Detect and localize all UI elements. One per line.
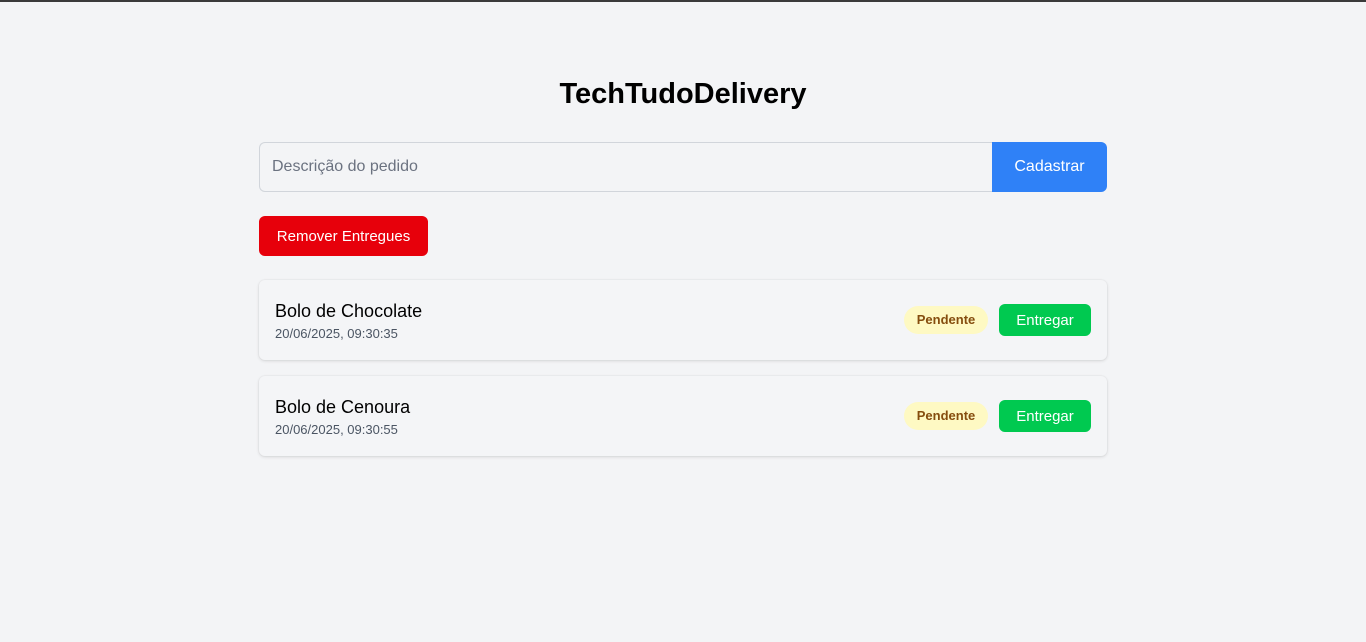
order-timestamp: 20/06/2025, 09:30:55 [275,422,398,437]
order-timestamp: 20/06/2025, 09:30:35 [275,326,398,341]
order-description: Bolo de Chocolate [275,301,423,321]
window-top-border [0,0,1366,2]
order-card: Bolo de Chocolate 20/06/2025, 09:30:35 P… [259,280,1107,360]
order-description: Bolo de Cenoura [275,397,411,417]
remove-delivered-button[interactable]: Remover Entregues [259,216,428,256]
order-card: Bolo de Cenoura 20/06/2025, 09:30:55 Pen… [259,376,1107,456]
page-title: TechTudoDelivery [559,78,807,110]
cadastrar-button[interactable]: Cadastrar [992,142,1107,192]
order-form: Cadastrar [259,142,1107,192]
order-description-input[interactable] [259,142,992,192]
deliver-button[interactable]: Entregar [999,304,1091,336]
status-badge: Pendente [904,306,988,334]
deliver-button[interactable]: Entregar [999,400,1091,432]
status-badge: Pendente [904,402,988,430]
